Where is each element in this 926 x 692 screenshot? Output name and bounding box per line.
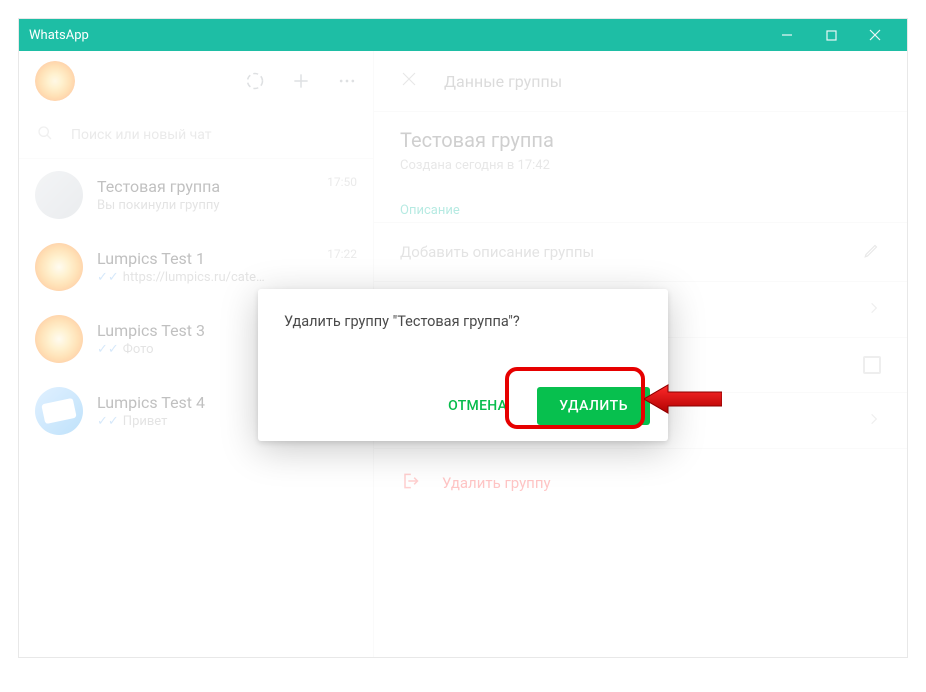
description-label: Описание <box>374 189 907 222</box>
confirm-text: Удалить группу "Тестовая группа"? <box>284 313 642 330</box>
mute-checkbox[interactable] <box>863 356 881 374</box>
read-tick-icon: ✓✓ <box>97 414 119 429</box>
chat-name: Тестовая группа <box>97 177 313 196</box>
chat-name: Lumpics Test 1 <box>97 249 313 268</box>
search-placeholder: Поиск или новый чат <box>71 127 212 143</box>
chat-sub: Вы покинули группу <box>97 198 313 213</box>
dialog-actions: ОТМЕНА УДАЛИТЬ <box>436 387 650 425</box>
maximize-button[interactable] <box>809 19 853 51</box>
group-title: Тестовая группа <box>400 128 881 152</box>
sidebar-actions <box>245 71 357 91</box>
chat-avatar <box>35 171 83 219</box>
self-avatar[interactable] <box>35 61 75 101</box>
group-title-section: Тестовая группа Создана сегодня в 17:42 <box>374 111 907 189</box>
chevron-right-icon <box>867 300 881 319</box>
cancel-button[interactable]: ОТМЕНА <box>436 388 519 424</box>
add-description-text: Добавить описание группы <box>400 243 594 261</box>
chat-time: 17:50 <box>327 175 357 189</box>
read-tick-icon: ✓✓ <box>97 270 119 285</box>
chat-avatar <box>35 243 83 291</box>
close-window-button[interactable] <box>853 19 897 51</box>
content-header-title: Данные группы <box>444 72 562 91</box>
search-row[interactable]: Поиск или новый чат <box>19 111 373 159</box>
confirm-dialog: Удалить группу "Тестовая группа"? ОТМЕНА… <box>258 289 668 441</box>
menu-icon[interactable] <box>337 71 357 91</box>
minimize-button[interactable] <box>765 19 809 51</box>
add-description-row[interactable]: Добавить описание группы <box>374 222 907 281</box>
chat-avatar <box>35 387 83 435</box>
chat-time: 17:22 <box>327 247 357 261</box>
chat-item[interactable]: Тестовая группа Вы покинули группу 17:50 <box>19 159 373 231</box>
content-header: Данные группы <box>374 51 907 111</box>
group-created: Создана сегодня в 17:42 <box>400 158 881 173</box>
titlebar: WhatsApp <box>19 19 907 51</box>
search-icon <box>37 125 53 145</box>
delete-group-label: Удалить группу <box>442 474 551 492</box>
window-title: WhatsApp <box>29 28 765 43</box>
read-tick-icon: ✓✓ <box>97 342 119 357</box>
chat-main: Lumpics Test 1 ✓✓https://lumpics.ru/cate… <box>97 249 313 285</box>
delete-button[interactable]: УДАЛИТЬ <box>537 387 650 425</box>
close-panel-icon[interactable] <box>400 70 418 92</box>
chat-sub: ✓✓https://lumpics.ru/cate… <box>97 270 313 285</box>
sidebar-header <box>19 51 373 111</box>
exit-icon <box>400 471 420 495</box>
status-icon[interactable] <box>245 71 265 91</box>
chat-avatar <box>35 315 83 363</box>
chat-main: Тестовая группа Вы покинули группу <box>97 177 313 213</box>
new-chat-icon[interactable] <box>291 71 311 91</box>
chevron-right-icon <box>867 411 881 430</box>
delete-group-row[interactable]: Удалить группу <box>374 448 907 517</box>
pencil-icon <box>863 241 881 263</box>
